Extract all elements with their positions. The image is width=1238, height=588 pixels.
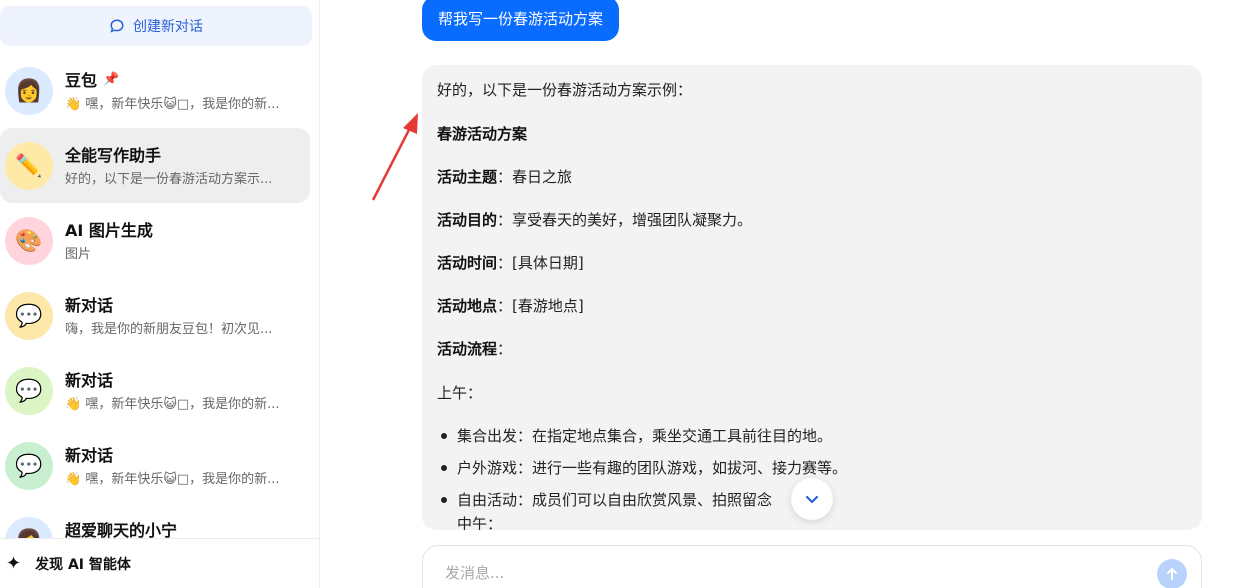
list-item: 集合出发：在指定地点集合，乘坐交通工具前往目的地。	[437, 425, 847, 457]
discover-agents-button[interactable]: ✦ 发现 AI 智能体	[0, 538, 320, 588]
avatar: 👩	[5, 67, 53, 115]
conversation-subtitle: 👋 嘿，新年快乐😺□，我是你的新...	[65, 97, 280, 112]
user-message-bubble: 帮我写一份春游活动方案	[422, 0, 620, 41]
chat-avatar: 💬	[5, 442, 53, 490]
assistant-message: 好的，以下是一份春游活动方案示例： 春游活动方案 活动主题：春日之旅 活动目的：…	[422, 65, 1202, 530]
pencil-avatar: ✏️	[5, 142, 53, 190]
list-item: 户外游戏：进行一些有趣的团队游戏，如拔河、接力赛等。	[437, 457, 847, 489]
place-label: 活动地点	[437, 297, 498, 315]
conversation-title: 超爱聊天的小宁	[65, 521, 178, 538]
answer-place: 活动地点：[春游地点]	[437, 295, 584, 316]
conversation-item-xiaoning[interactable]: 👩 超爱聊天的小宁	[0, 503, 310, 538]
answer-purpose: 活动目的：享受春天的美好，增强团队凝聚力。	[437, 209, 752, 230]
theme-label: 活动主题	[437, 168, 498, 186]
activity-list: 集合出发：在指定地点集合，乘坐交通工具前往目的地。 户外游戏：进行一些有趣的团队…	[437, 425, 847, 521]
flow-value: ：	[497, 340, 513, 358]
discover-label: 发现 AI 智能体	[35, 556, 131, 573]
conversation-subtitle: 👋 嘿，新年快乐😺□，我是你的新...	[65, 397, 280, 412]
place-value: ：[春游地点]	[497, 297, 584, 315]
flow-label: 活动流程	[437, 340, 498, 358]
answer-morning: 上午：	[437, 384, 483, 402]
conversation-item-new-1[interactable]: 💬 新对话 嗨，我是你的新朋友豆包！初次见...	[0, 278, 310, 353]
conversation-title: 豆包 📌	[65, 67, 119, 91]
conversation-item-doubao[interactable]: 👩 豆包 📌 👋 嘿，新年快乐😺□，我是你的新...	[0, 53, 310, 128]
scroll-to-bottom-button[interactable]	[791, 478, 833, 520]
message-input-container	[422, 545, 1202, 588]
chat-bubble-icon	[110, 19, 124, 33]
conversation-subtitle: 好的，以下是一份春游活动方案示...	[65, 172, 273, 187]
chat-avatar: 💬	[5, 367, 53, 415]
conversation-title: 全能写作助手	[65, 146, 162, 165]
time-label: 活动时间	[437, 254, 498, 272]
time-value: ：[具体日期]	[497, 254, 584, 272]
chevron-down-icon	[805, 495, 819, 504]
conversation-item-new-2[interactable]: 💬 新对话 👋 嘿，新年快乐😺□，我是你的新...	[0, 353, 310, 428]
answer-time: 活动时间：[具体日期]	[437, 252, 584, 273]
conversation-subtitle: 嗨，我是你的新朋友豆包！初次见...	[65, 322, 273, 337]
sidebar: 创建新对话 👩 豆包 📌 👋 嘿，新年快乐😺□，我是你的新... ✏️ 全能写作…	[0, 0, 320, 588]
new-chat-button[interactable]: 创建新对话	[0, 6, 312, 46]
answer-intro: 好的，以下是一份春游活动方案示例：	[437, 81, 693, 99]
answer-heading-text: 春游活动方案	[437, 125, 528, 143]
pin-icon[interactable]: 📌	[103, 72, 119, 87]
conversation-title-text: 豆包	[65, 71, 98, 90]
avatar: 👩	[5, 517, 53, 538]
conversation-title: 新对话	[65, 371, 114, 390]
sparkle-icon: ✦	[6, 553, 22, 574]
chat-avatar: 💬	[5, 292, 53, 340]
conversation-title: 新对话	[65, 446, 114, 465]
purpose-label: 活动目的	[437, 211, 498, 229]
conversation-item-writing-assistant[interactable]: ✏️ 全能写作助手 好的，以下是一份春游活动方案示...	[0, 128, 310, 203]
arrow-up-icon	[1167, 568, 1177, 580]
conversation-item-ai-image[interactable]: 🎨 AI 图片生成 图片	[0, 203, 310, 278]
answer-theme: 活动主题：春日之旅	[437, 166, 572, 187]
purpose-value: ：享受春天的美好，增强团队凝聚力。	[497, 211, 753, 229]
send-button[interactable]	[1157, 559, 1187, 588]
app-root: 创建新对话 👩 豆包 📌 👋 嘿，新年快乐😺□，我是你的新... ✏️ 全能写作…	[0, 0, 1238, 588]
conversation-title: AI 图片生成	[65, 221, 153, 240]
answer-noon: 中午：	[457, 515, 503, 530]
answer-flow: 活动流程：	[437, 338, 512, 359]
conversation-item-new-3[interactable]: 💬 新对话 👋 嘿，新年快乐😺□，我是你的新...	[0, 428, 310, 503]
conversation-title: 新对话	[65, 296, 114, 315]
new-chat-label: 创建新对话	[133, 19, 203, 35]
conversation-subtitle: 图片	[65, 247, 92, 262]
answer-heading: 春游活动方案	[437, 123, 527, 144]
conversation-list: 👩 豆包 📌 👋 嘿，新年快乐😺□，我是你的新... ✏️ 全能写作助手 好的，…	[0, 53, 320, 538]
conversation-subtitle: 👋 嘿，新年快乐😺□，我是你的新...	[65, 472, 280, 487]
palette-avatar: 🎨	[5, 217, 53, 265]
theme-value: ：春日之旅	[497, 168, 573, 186]
annotation-arrow-icon	[371, 113, 418, 201]
message-input[interactable]	[445, 564, 1125, 582]
